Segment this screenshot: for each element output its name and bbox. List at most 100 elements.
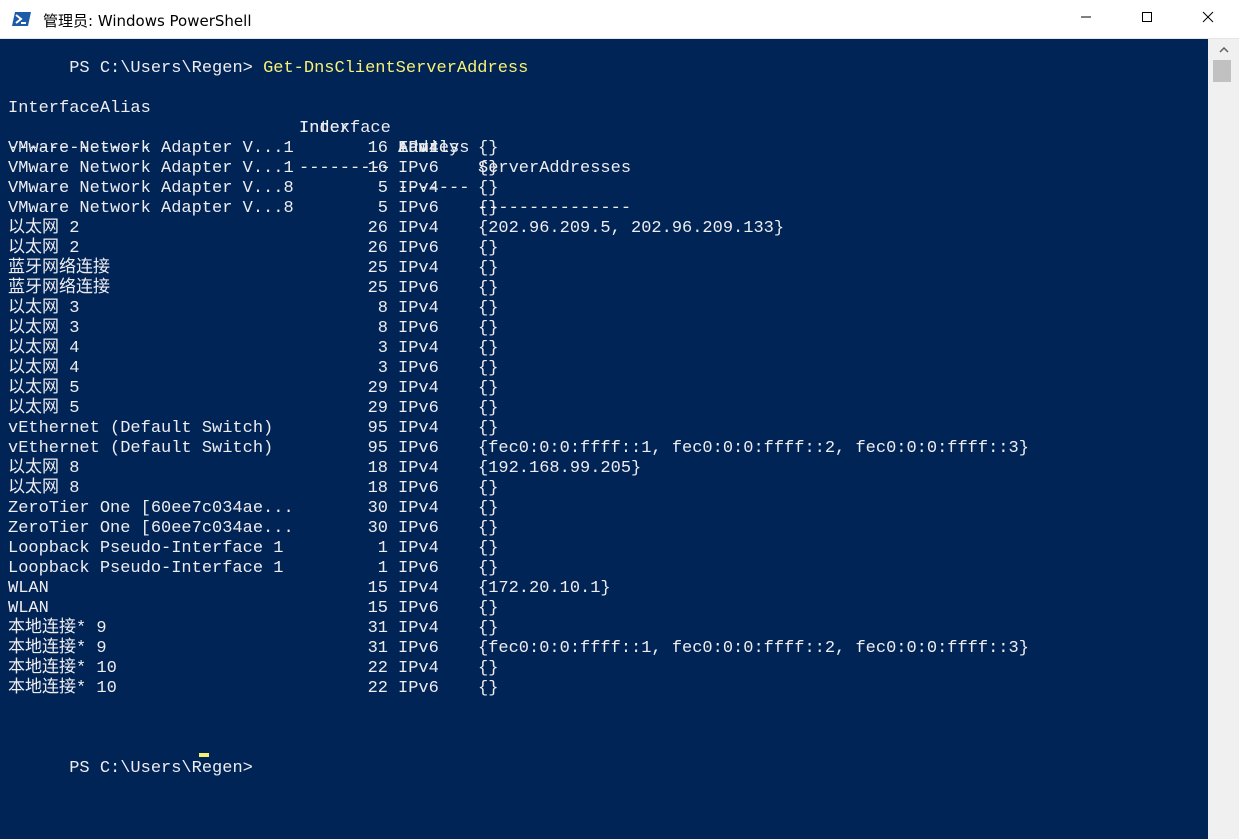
table-row: 以太网 4 3 IPv6 {} (8, 359, 1198, 379)
interface-index-cell: 30 (367, 499, 388, 518)
interface-alias-cell: WLAN (8, 599, 49, 618)
interface-alias-cell: VMware Network Adapter V...1 (8, 139, 294, 158)
address-family-cell: IPv4 (398, 659, 439, 678)
server-addresses-cell: {} (478, 279, 499, 298)
interface-alias-cell: 以太网 3 (8, 299, 80, 318)
server-addresses-cell: {} (478, 599, 499, 618)
scroll-up-arrow-icon (1218, 40, 1229, 58)
window-title: 管理员: Windows PowerShell (43, 12, 252, 30)
interface-alias-cell: ZeroTier One [60ee7c034ae... (8, 499, 294, 518)
server-addresses-cell: {} (478, 619, 499, 638)
address-family-cell: IPv4 (398, 419, 439, 438)
address-family-cell: IPv6 (398, 319, 439, 338)
interface-alias-cell: vEthernet (Default Switch) (8, 439, 274, 458)
server-addresses-cell: {} (478, 159, 499, 178)
interface-index-cell: 5 (377, 199, 388, 218)
powershell-window: 管理员: Windows PowerShell PS C:\Users\Rege… (0, 0, 1239, 839)
table-row: 本地连接* 9 31 IPv6 {fec0:0:0:ffff::1, fec0:0:0… (8, 639, 1198, 659)
maximize-icon (1141, 10, 1153, 28)
server-addresses-cell: {} (478, 379, 499, 398)
title-bar[interactable]: 管理员: Windows PowerShell (0, 0, 1239, 39)
interface-index-cell: 3 (377, 359, 388, 378)
address-family-cell: IPv6 (398, 359, 439, 378)
interface-alias-cell: 以太网 8 (8, 459, 80, 478)
minimize-icon (1080, 10, 1092, 28)
interface-index-cell: 22 (367, 659, 388, 678)
interface-index-cell: 95 (367, 419, 388, 438)
table-row: WLAN 15 IPv6 {} (8, 599, 1198, 619)
server-addresses-cell: {} (478, 539, 499, 558)
console-output[interactable]: PS C:\Users\Regen> Get-DnsClientServerAd… (0, 39, 1208, 839)
interface-index-cell: 29 (367, 379, 388, 398)
address-family-cell: IPv6 (398, 679, 439, 698)
table-row: VMware Network Adapter V...8 5 IPv6 {} (8, 199, 1198, 219)
interface-index-cell: 16 (367, 139, 388, 158)
address-family-cell: IPv4 (398, 179, 439, 198)
server-addresses-cell: {} (478, 239, 499, 258)
interface-alias-cell: 本地连接* 9 (8, 619, 107, 638)
interface-index-cell: 1 (377, 539, 388, 558)
prompt-line: PS C:\Users\Regen> Get-DnsClientServerAd… (8, 39, 528, 78)
server-addresses-cell: {} (478, 419, 499, 438)
table-row: 以太网 3 8 IPv4 {} (8, 299, 1198, 319)
prompt-line-current: PS C:\Users\Regen> (8, 739, 263, 778)
prompt-text-current: PS C:\Users\Regen> (69, 759, 264, 778)
maximize-button[interactable] (1116, 0, 1177, 38)
scroll-thumb[interactable] (1213, 60, 1231, 82)
table-row: 蓝牙网络连接 25 IPv4 {} (8, 259, 1198, 279)
table-row: 以太网 2 26 IPv4 {202.96.209.5, 202.96.209.133… (8, 219, 1198, 239)
interface-alias-cell: 以太网 3 (8, 319, 80, 338)
address-family-cell: IPv6 (398, 159, 439, 178)
interface-alias-cell: WLAN (8, 579, 49, 598)
address-family-cell: IPv6 (398, 519, 439, 538)
table-row: ZeroTier One [60ee7c034ae... 30 IPv4 {} (8, 499, 1198, 519)
address-family-cell: IPv6 (398, 559, 439, 578)
server-addresses-cell: {} (478, 399, 499, 418)
table-row: 以太网 2 26 IPv6 {} (8, 239, 1198, 259)
interface-alias-cell: 以太网 8 (8, 479, 80, 498)
table-row: 以太网 3 8 IPv6 {} (8, 319, 1198, 339)
close-button[interactable] (1177, 0, 1238, 38)
server-addresses-cell: {} (478, 199, 499, 218)
address-family-cell: IPv4 (398, 579, 439, 598)
interface-index-cell: 26 (367, 219, 388, 238)
table-row: Loopback Pseudo-Interface 1 1 IPv4 {} (8, 539, 1198, 559)
address-family-cell: IPv4 (398, 379, 439, 398)
interface-alias-cell: 本地连接* 9 (8, 639, 107, 658)
minimize-button[interactable] (1055, 0, 1116, 38)
table-row: VMware Network Adapter V...1 16 IPv4 {} (8, 139, 1198, 159)
address-family-cell: IPv6 (398, 279, 439, 298)
powershell-icon (12, 9, 32, 29)
interface-alias-cell: 本地连接* 10 (8, 679, 117, 698)
server-addresses-cell: {} (478, 139, 499, 158)
interface-alias-cell: VMware Network Adapter V...1 (8, 159, 294, 178)
command-text: Get-DnsClientServerAddress (263, 59, 529, 78)
server-addresses-cell: {} (478, 499, 499, 518)
address-family-cell: IPv6 (398, 239, 439, 258)
server-addresses-cell: {} (478, 299, 499, 318)
interface-alias-cell: Loopback Pseudo-Interface 1 (8, 539, 284, 558)
interface-index-cell: 8 (377, 299, 388, 318)
table-header-row-2: Index Family (8, 99, 1198, 158)
server-addresses-cell: {} (478, 319, 499, 338)
address-family-cell: IPv4 (398, 219, 439, 238)
table-row: 以太网 8 18 IPv6 {} (8, 479, 1198, 499)
interface-alias-cell: 以太网 4 (8, 339, 80, 358)
close-icon (1202, 10, 1214, 28)
vertical-scrollbar[interactable] (1208, 39, 1239, 839)
table-row: vEthernet (Default Switch) 95 IPv4 {} (8, 419, 1198, 439)
server-addresses-cell: {} (478, 659, 499, 678)
address-family-cell: IPv4 (398, 499, 439, 518)
table-row: 蓝牙网络连接 25 IPv6 {} (8, 279, 1198, 299)
address-family-cell: IPv6 (398, 639, 439, 658)
table-row: 本地连接* 10 22 IPv6 {} (8, 679, 1198, 699)
interface-alias-cell: 以太网 2 (8, 219, 80, 238)
interface-alias-cell: 以太网 2 (8, 239, 80, 258)
interface-index-cell: 5 (377, 179, 388, 198)
interface-index-cell: 22 (367, 679, 388, 698)
table-row: WLAN 15 IPv4 {172.20.10.1} (8, 579, 1198, 599)
interface-index-cell: 3 (377, 339, 388, 358)
server-addresses-cell: {202.96.209.5, 202.96.209.133} (478, 219, 785, 238)
server-addresses-cell: {} (478, 339, 499, 358)
scroll-up-button[interactable] (1208, 39, 1239, 59)
